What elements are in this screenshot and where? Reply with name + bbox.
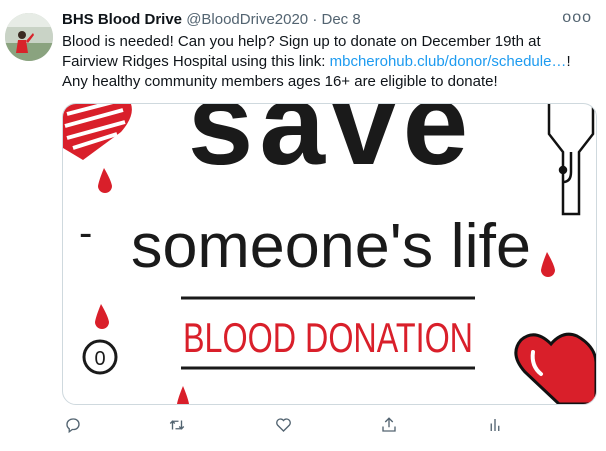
dash-mark: - — [79, 211, 92, 255]
headline-text: save — [188, 104, 475, 190]
heart-graphic — [514, 332, 596, 404]
signup-link[interactable]: mbcherohub.club/donor/schedule… — [330, 53, 567, 70]
blood-bag-icon — [547, 104, 595, 216]
blood-drop-icon — [95, 304, 109, 329]
subline-text: someone's life — [131, 212, 531, 281]
like-icon[interactable] — [270, 412, 296, 438]
author-handle[interactable]: @BloodDrive2020 — [186, 11, 308, 28]
tweet-text: Blood is needed! Can you help? Sign up t… — [62, 32, 594, 92]
retweet-icon[interactable] — [164, 412, 190, 438]
tweet-text-segment: Fairview Ridges Hospital using this link… — [62, 53, 330, 70]
tweet-text-line-3: Any healthy community members ages 16+ a… — [62, 73, 498, 90]
tweet[interactable]: BHS Blood Drive @BloodDrive2020 · Dec 8 … — [0, 0, 606, 451]
tweet-image[interactable]: save - someone's life BLOOD DONATION 0 — [62, 103, 597, 405]
share-icon[interactable] — [376, 412, 402, 438]
badge-text: 0 — [94, 348, 105, 370]
banner-text: BLOOD DONATION — [183, 314, 473, 361]
avatar[interactable] — [5, 13, 53, 61]
tweet-text-segment: ! — [566, 53, 571, 70]
circle-badge: 0 — [82, 339, 118, 375]
tweet-text-line-1: Blood is needed! Can you help? Sign up t… — [62, 33, 541, 50]
action-bar — [62, 412, 532, 438]
analytics-icon[interactable] — [482, 412, 508, 438]
more-options-icon[interactable]: ooo — [562, 9, 592, 27]
tweet-date[interactable]: Dec 8 — [322, 11, 361, 28]
blood-drop-icon — [177, 386, 189, 404]
author-name[interactable]: BHS Blood Drive — [62, 11, 182, 28]
tweet-header: BHS Blood Drive @BloodDrive2020 · Dec 8 — [62, 11, 361, 29]
separator-dot: · — [312, 11, 318, 28]
heart-stripes-graphic — [63, 104, 132, 160]
blood-drop-icon — [541, 252, 555, 277]
blood-drop-icon — [98, 168, 112, 193]
reply-icon[interactable] — [60, 412, 86, 438]
tweet-text-line-2: Fairview Ridges Hospital using this link… — [62, 52, 594, 72]
